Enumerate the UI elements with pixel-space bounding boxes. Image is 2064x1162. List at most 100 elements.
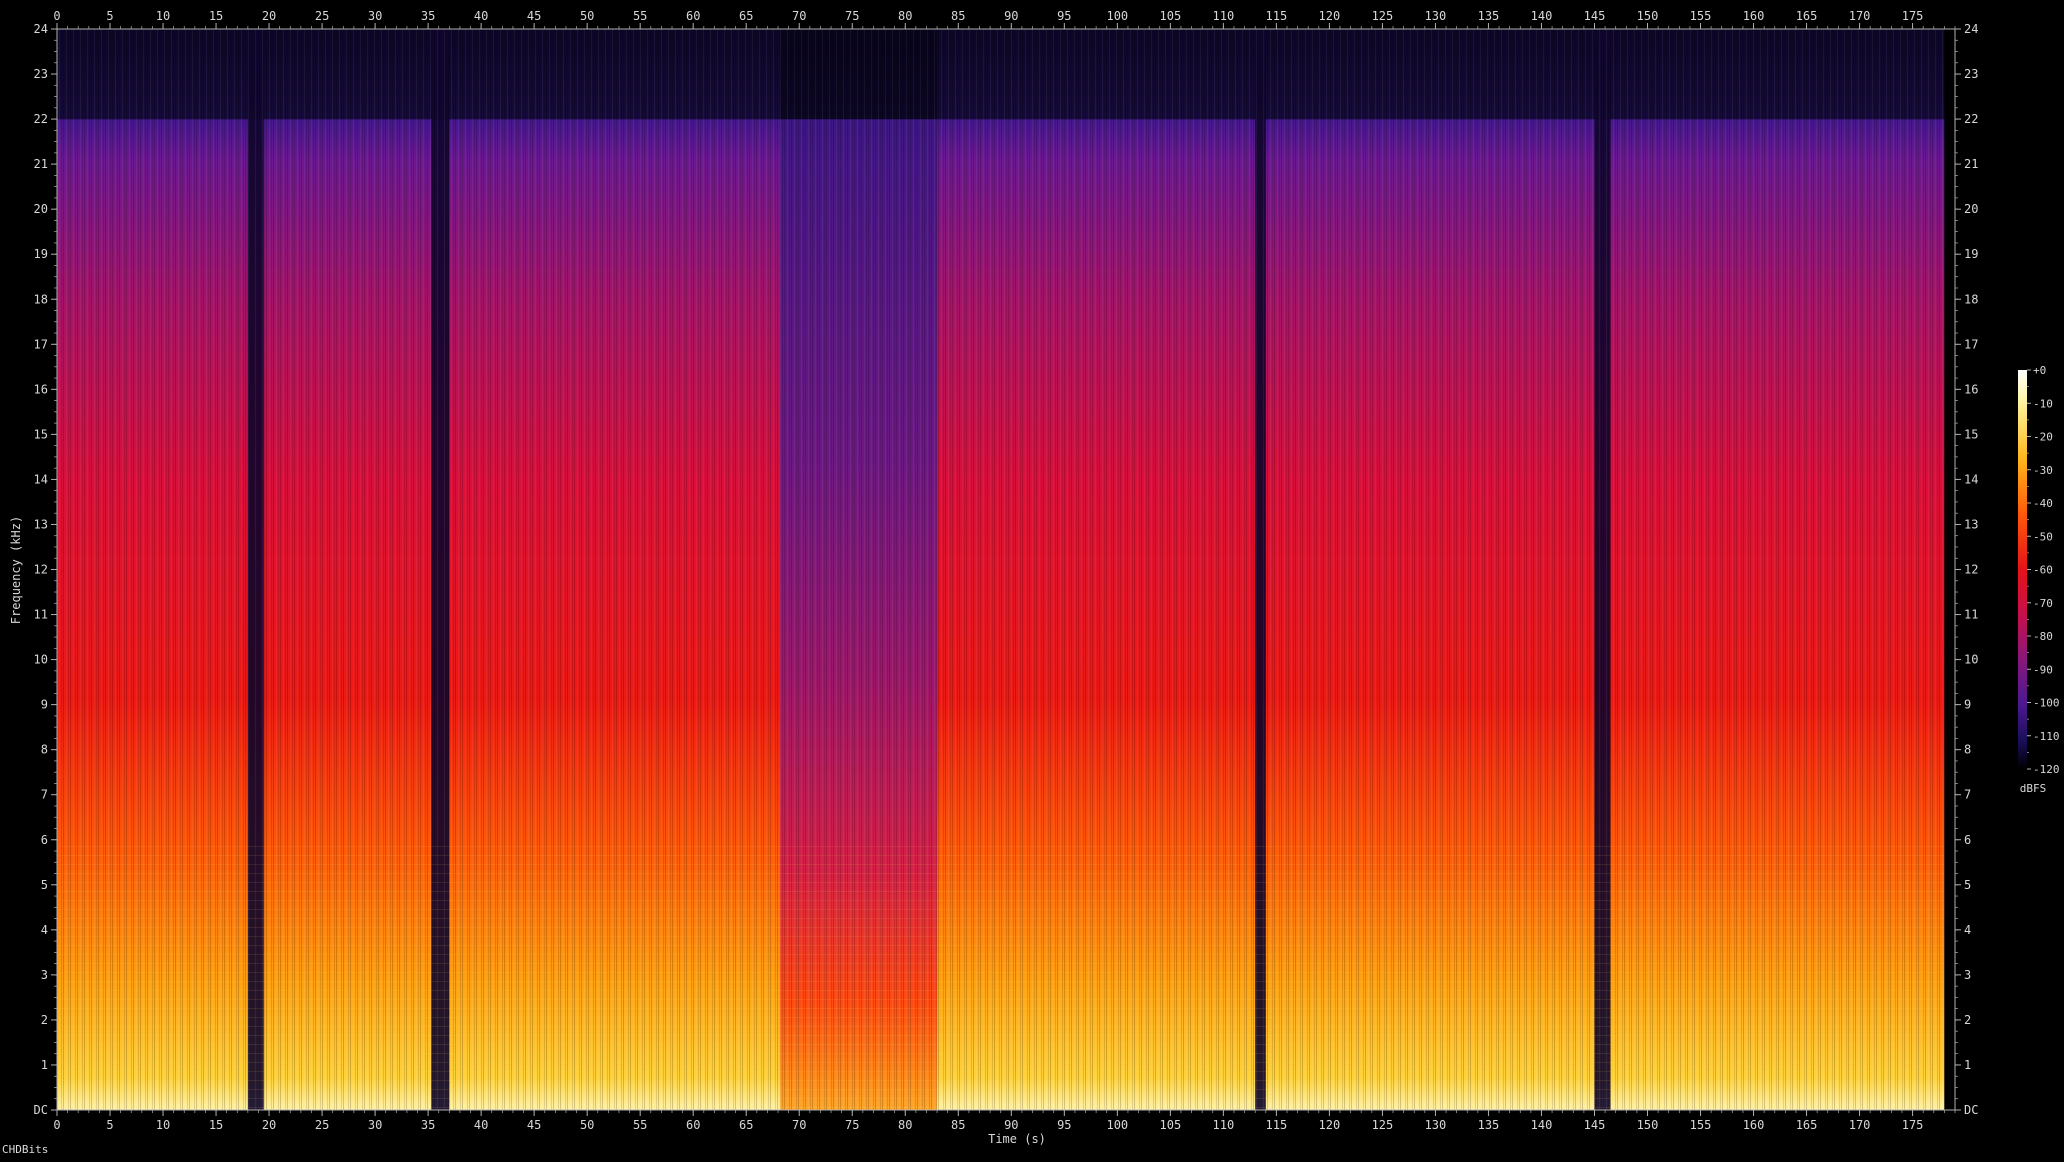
y-tick-label-left: 5 xyxy=(41,878,48,892)
x-tick-label-bottom: 80 xyxy=(898,1118,912,1132)
x-tick-label-top: 165 xyxy=(1796,9,1818,23)
y-tick-label-right: 1 xyxy=(1964,1058,1971,1072)
x-tick-label-bottom: 50 xyxy=(580,1118,594,1132)
y-tick-label-left: 21 xyxy=(34,157,48,171)
x-tick-label-top: 0 xyxy=(53,9,60,23)
x-tick-label-top: 115 xyxy=(1266,9,1288,23)
colorbar-tick-label: -120 xyxy=(2033,763,2060,776)
y-tick-label-right: 20 xyxy=(1964,202,1978,216)
x-tick-label-bottom: 160 xyxy=(1743,1118,1765,1132)
x-tick-label-bottom: 40 xyxy=(474,1118,488,1132)
y-tick-label-right: 24 xyxy=(1964,22,1978,36)
x-tick-label-top: 110 xyxy=(1213,9,1235,23)
x-tick-label-top: 155 xyxy=(1690,9,1712,23)
y-tick-label-left: 4 xyxy=(41,923,48,937)
x-tick-label-top: 55 xyxy=(633,9,647,23)
x-tick-label-bottom: 145 xyxy=(1584,1118,1606,1132)
y-tick-label-left: 17 xyxy=(34,337,48,351)
x-tick-label-bottom: 135 xyxy=(1478,1118,1500,1132)
x-tick-label-bottom: 20 xyxy=(262,1118,276,1132)
colorbar-tick-label: -100 xyxy=(2033,697,2060,710)
x-tick-label-top: 100 xyxy=(1106,9,1128,23)
x-tick-label-bottom: 0 xyxy=(53,1118,60,1132)
y-tick-label-left: 9 xyxy=(41,698,48,712)
x-tick-label-bottom: 25 xyxy=(315,1118,329,1132)
y-tick-label-left: 18 xyxy=(34,292,48,306)
colorbar-tick-label: -20 xyxy=(2033,431,2053,444)
y-tick-label-left: 19 xyxy=(34,247,48,261)
x-tick-label-top: 170 xyxy=(1849,9,1871,23)
colorbar-tick-label: -90 xyxy=(2033,663,2053,676)
x-tick-label-top: 45 xyxy=(527,9,541,23)
x-tick-label-top: 125 xyxy=(1372,9,1394,23)
x-tick-label-top: 105 xyxy=(1160,9,1182,23)
x-tick-label-top: 25 xyxy=(315,9,329,23)
y-tick-label-left: 14 xyxy=(34,472,48,486)
credit-text: CHDBits xyxy=(2,1143,49,1156)
post-end-region xyxy=(1944,29,1955,1110)
spectrogram-chart: 0055101015152020252530303535404045455050… xyxy=(9,9,2060,1146)
colorbar-tick-label: -80 xyxy=(2033,630,2053,643)
x-tick-label-top: 40 xyxy=(474,9,488,23)
texture-harmonics xyxy=(57,839,1945,1110)
colorbar-tick-label: -70 xyxy=(2033,597,2053,610)
x-tick-label-top: 140 xyxy=(1531,9,1553,23)
y-tick-label-left: 10 xyxy=(34,653,48,667)
x-tick-label-top: 75 xyxy=(845,9,859,23)
x-tick-label-top: 160 xyxy=(1743,9,1765,23)
y-tick-label-right: 23 xyxy=(1964,67,1978,81)
y-tick-label-right: 8 xyxy=(1964,743,1971,757)
x-tick-label-bottom: 140 xyxy=(1531,1118,1553,1132)
x-tick-label-top: 30 xyxy=(368,9,382,23)
x-tick-label-bottom: 45 xyxy=(527,1118,541,1132)
y-tick-label-left: 3 xyxy=(41,968,48,982)
x-tick-label-bottom: 60 xyxy=(686,1118,700,1132)
x-tick-label-bottom: 30 xyxy=(368,1118,382,1132)
x-tick-label-bottom: 95 xyxy=(1057,1118,1071,1132)
x-tick-label-bottom: 165 xyxy=(1796,1118,1818,1132)
x-tick-label-bottom: 75 xyxy=(845,1118,859,1132)
colorbar-tick-label: -10 xyxy=(2033,397,2053,410)
x-tick-label-top: 130 xyxy=(1425,9,1447,23)
x-tick-label-top: 80 xyxy=(898,9,912,23)
y-tick-label-right: 7 xyxy=(1964,788,1971,802)
x-tick-label-bottom: 130 xyxy=(1425,1118,1447,1132)
y-tick-label-left: 11 xyxy=(34,608,48,622)
x-tick-label-bottom: 90 xyxy=(1004,1118,1018,1132)
colorbar-gradient xyxy=(2018,370,2027,769)
x-tick-label-top: 50 xyxy=(580,9,594,23)
x-tick-label-bottom: 5 xyxy=(106,1118,113,1132)
y-tick-label-right: 6 xyxy=(1964,833,1971,847)
x-tick-label-top: 85 xyxy=(951,9,965,23)
y-tick-label-left: 23 xyxy=(34,67,48,81)
y-tick-label-left: 12 xyxy=(34,563,48,577)
x-tick-label-bottom: 120 xyxy=(1319,1118,1341,1132)
x-tick-label-bottom: 110 xyxy=(1213,1118,1235,1132)
x-axis-label: Time (s) xyxy=(988,1132,1046,1146)
x-tick-label-bottom: 35 xyxy=(421,1118,435,1132)
y-tick-label-right: 12 xyxy=(1964,563,1978,577)
y-tick-label-right: 10 xyxy=(1964,653,1978,667)
x-tick-label-bottom: 125 xyxy=(1372,1118,1394,1132)
y-tick-label-right: 3 xyxy=(1964,968,1971,982)
x-tick-label-bottom: 105 xyxy=(1160,1118,1182,1132)
colorbar-tick-label: -40 xyxy=(2033,497,2053,510)
y-tick-label-right: DC xyxy=(1964,1103,1978,1117)
x-tick-label-top: 120 xyxy=(1319,9,1341,23)
x-tick-label-top: 95 xyxy=(1057,9,1071,23)
y-tick-label-left: 2 xyxy=(41,1013,48,1027)
x-tick-label-bottom: 65 xyxy=(739,1118,753,1132)
colorbar-tick-label: -110 xyxy=(2033,730,2060,743)
colorbar: +0 -10 -20 -30 -40 -50 -60 -70 -80 -90 -100 -110 -12… xyxy=(2018,364,2060,776)
y-tick-label-right: 5 xyxy=(1964,878,1971,892)
spectrogram-window: 0 0 5 5 10 10 15 15 20 20 25 25 30 30 35 35 40 40 45 45 50 50… xyxy=(0,0,2064,1158)
x-tick-label-top: 35 xyxy=(421,9,435,23)
x-tick-label-bottom: 15 xyxy=(209,1118,223,1132)
x-tick-label-bottom: 10 xyxy=(156,1118,170,1132)
x-tick-label-bottom: 155 xyxy=(1690,1118,1712,1132)
y-tick-label-right: 21 xyxy=(1964,157,1978,171)
x-tick-label-top: 150 xyxy=(1637,9,1659,23)
x-tick-label-top: 10 xyxy=(156,9,170,23)
colorbar-tick-label: +0 xyxy=(2033,364,2046,377)
x-tick-label-top: 5 xyxy=(106,9,113,23)
